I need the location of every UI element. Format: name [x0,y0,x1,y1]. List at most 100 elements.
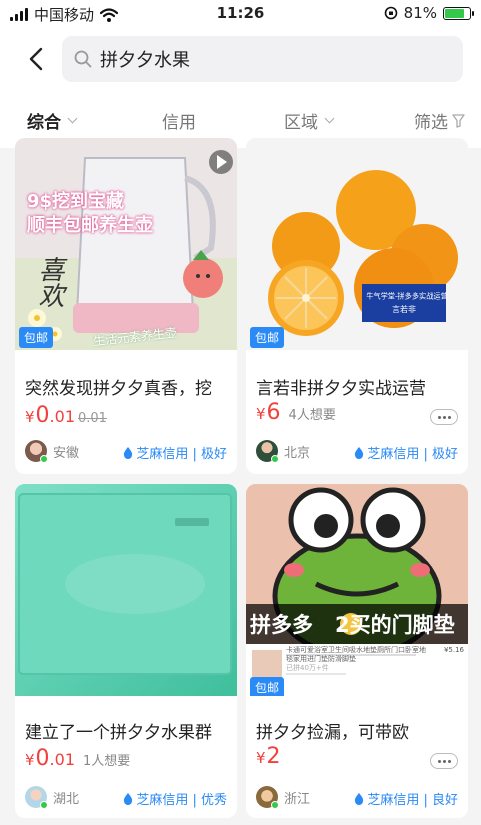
funnel-icon [452,113,465,128]
listing-price: ¥5.16 [443,646,464,654]
credit-badge: 芝麻信用 | 极好 [354,443,458,462]
free-shipping-badge: 包邮 [250,327,285,348]
seller-location: 浙江 [284,791,311,807]
credit-label: 芝麻信用 | 良好 [367,793,458,808]
banner-right: 2买的门脚垫 [335,613,455,637]
banner-left: 拼多多 [250,613,313,637]
seller-info[interactable]: 安徽 [25,440,80,463]
product-title: 建立了一个拼夕夕水果群 [25,723,212,743]
online-dot [40,801,48,809]
more-options-button[interactable] [430,409,458,425]
credit-label: 芝麻信用 | 极好 [136,447,227,462]
currency: ¥ [256,405,266,423]
tab-filter[interactable]: 筛选 [414,108,465,133]
price-dec: .01 [49,750,75,769]
status-right: 81% [384,4,474,22]
more-options-button[interactable] [430,753,458,769]
sesame-credit-icon [124,446,133,459]
currency: ¥ [25,408,35,426]
search-icon [74,50,92,68]
listing-title: 卡通可爱浴室卫生间吸水地垫厕所门口卧室地毯家用进门垫防滑脚垫 [286,646,426,663]
online-dot [40,455,48,463]
credit-badge: 芝麻信用 | 良好 [354,789,458,808]
product-title: 突然发现拼夕夕真香，挖 [25,379,212,399]
product-card[interactable]: 建立了一个拼夕夕水果群 ¥ 0 .01 1人想要 湖北 芝麻信用 | 优秀 [15,484,237,818]
chevron-down-icon [67,113,78,123]
product-image[interactable] [15,484,237,696]
credit-label: 芝麻信用 | 优秀 [136,793,227,808]
promo-line-2: 顺丰包邮养生壶 [27,215,153,236]
tab-label: 区域 [284,113,318,133]
search-query: 拼夕夕水果 [100,50,190,71]
orientation-lock-icon [384,6,397,20]
price: ¥ 6 4人想要 [256,400,336,425]
product-card[interactable]: 9$挖到宝藏 顺丰包邮养生壶 喜欢 生活元素养生壶 包邮 突然发现拼夕夕真香，挖… [15,138,237,474]
kettle-photo [15,138,237,350]
tab-region[interactable]: 区域 [284,108,335,133]
online-dot [271,801,279,809]
seller-location: 安徽 [53,445,80,461]
price-dec: .01 [49,407,75,426]
price-int: 6 [266,400,281,425]
original-price: 0.01 [78,411,107,426]
sesame-credit-icon [124,792,133,805]
product-card[interactable]: 牛气学堂-拼多多实战运营 言若非 包邮 言若非拼夕夕实战运营 ¥ 6 4人想要 … [246,138,468,474]
avatar [256,786,279,809]
price: ¥ 2 [256,744,281,769]
tab-comprehensive[interactable]: 综合 [27,108,78,133]
currency: ¥ [256,749,266,767]
battery-percent: 81% [403,4,437,22]
folder-photo [15,484,237,696]
listing-sub: 已拼40万+件 [286,664,329,672]
price: ¥ 0 .01 0.01 [25,403,107,428]
want-count: 1人想要 [83,754,131,769]
online-dot [271,455,279,463]
product-image[interactable]: 9$挖到宝藏 顺丰包邮养生壶 喜欢 生活元素养生壶 包邮 [15,138,237,350]
image-sign: 牛气学堂-拼多多实战运营 言若非 [362,284,448,322]
tab-label: 筛选 [414,113,448,133]
image-overlay-text: 9$挖到宝藏 顺丰包邮养生壶 [27,190,153,238]
status-bar: 中国移动 11:26 81% [0,0,481,26]
seller-info[interactable]: 北京 [256,440,311,463]
seller-info[interactable]: 湖北 [25,786,80,809]
product-image[interactable]: 牛气学堂-拼多多实战运营 言若非 包邮 [246,138,468,350]
price-int: 2 [266,744,281,769]
seller-location: 北京 [284,445,311,461]
embedded-listing: 卡通可爱浴室卫生间吸水地垫厕所门口卧室地毯家用进门垫防滑脚垫 ¥5.16 已拼4… [286,646,464,673]
promo-line-1: 9$挖到宝藏 [27,191,125,212]
search-header: 拼夕夕水果 [0,26,481,92]
currency: ¥ [25,751,35,769]
credit-badge: 芝麻信用 | 优秀 [123,789,227,808]
price-int: 0 [35,403,50,428]
price-int: 0 [35,746,50,771]
avatar [25,786,48,809]
free-shipping-badge: 包邮 [250,677,285,696]
product-title: 拼夕夕捡漏，可带欧 [256,723,409,743]
seller-location: 湖北 [53,791,80,807]
sesame-credit-icon [355,792,364,805]
chevron-left-icon [29,47,43,71]
product-image[interactable]: 拼多多 2买的门脚垫 卡通可爱浴室卫生间吸水地垫厕所门口卧室地毯家用进门垫防滑脚… [246,484,468,696]
tab-label: 综合 [27,113,61,133]
credit-badge: 芝麻信用 | 极好 [123,443,227,462]
price: ¥ 0 .01 1人想要 [25,746,130,771]
free-shipping-badge: 包邮 [19,327,54,348]
back-button[interactable] [24,44,48,74]
credit-label: 芝麻信用 | 极好 [367,447,458,462]
script-text: 喜欢 [34,256,64,308]
product-title: 言若非拼夕夕实战运营 [256,379,426,399]
sign-line-2: 言若非 [392,305,416,314]
product-card[interactable]: 拼多多 2买的门脚垫 卡通可爱浴室卫生间吸水地垫厕所门口卧室地毯家用进门垫防滑脚… [246,484,468,818]
want-count: 4人想要 [288,408,336,423]
chevron-down-icon [324,113,335,123]
seller-info[interactable]: 浙江 [256,786,311,809]
battery-icon [443,6,474,20]
image-banner: 拼多多 2买的门脚垫 [246,604,468,644]
avatar [256,440,279,463]
search-input[interactable]: 拼夕夕水果 [62,36,463,82]
tab-credit[interactable]: 信用 [162,108,196,133]
avatar [25,440,48,463]
sign-line-1: 牛气学堂-拼多多实战运营 [366,292,448,301]
tab-label: 信用 [162,113,196,133]
sesame-credit-icon [355,446,364,459]
